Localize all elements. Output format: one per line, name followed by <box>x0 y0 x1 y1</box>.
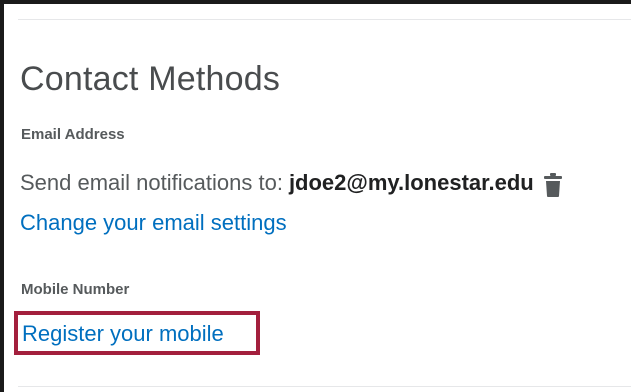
mobile-number-label: Mobile Number <box>21 281 130 298</box>
email-notification-prefix: Send email notifications to: <box>20 170 283 195</box>
change-email-settings-link[interactable]: Change your email settings <box>20 210 287 236</box>
email-address-label: Email Address <box>21 126 125 143</box>
bottom-divider <box>18 386 631 387</box>
contact-methods-panel: Contact Methods Email Address Send email… <box>0 0 631 392</box>
section-title: Contact Methods <box>20 60 281 98</box>
email-notification-line: Send email notifications to: jdoe2@my.lo… <box>20 170 563 198</box>
register-mobile-link[interactable]: Register your mobile <box>22 321 224 347</box>
top-divider <box>18 19 631 20</box>
trash-icon <box>543 173 562 197</box>
email-address-value: jdoe2@my.lonestar.edu <box>288 170 534 195</box>
delete-email-button[interactable] <box>543 172 563 198</box>
